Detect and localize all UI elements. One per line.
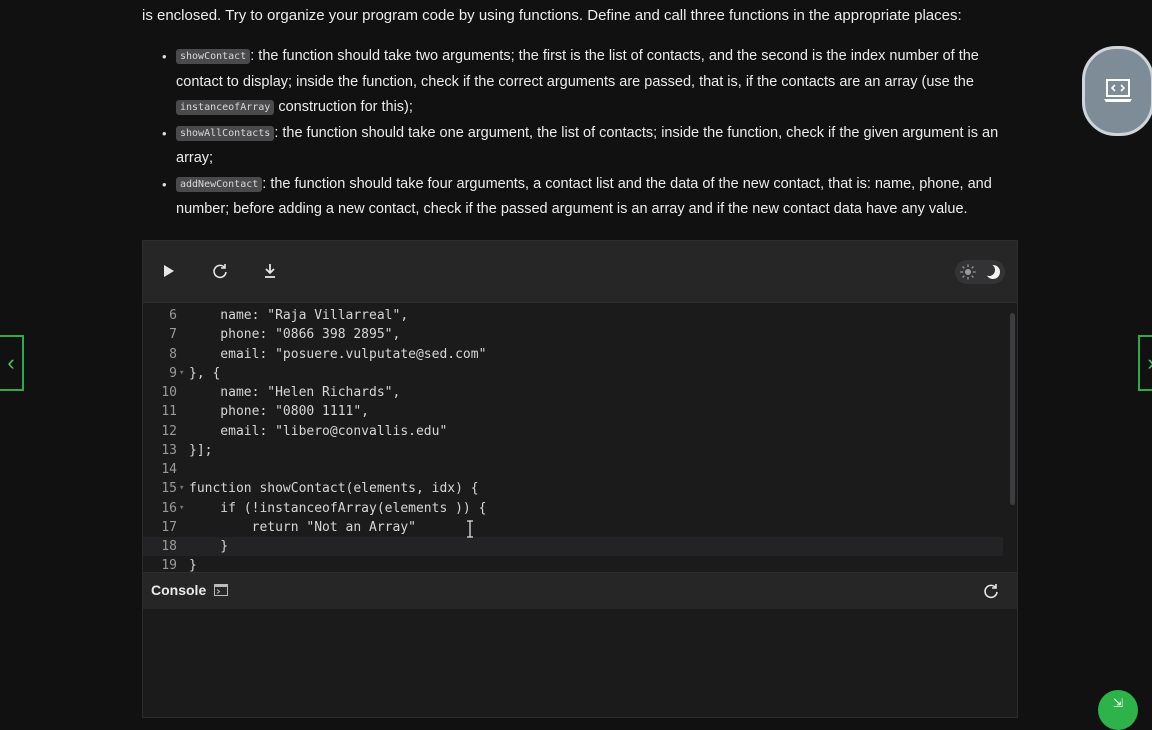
- code-text: name: "Helen Richards",: [189, 385, 401, 400]
- sandbox-launch-button[interactable]: [1082, 46, 1152, 136]
- list-item: addNewContact: the function should take …: [162, 172, 1007, 223]
- code-line[interactable]: 7 phone: "0866 398 2895",: [143, 325, 1003, 344]
- requirements-list: showContact: the function should take tw…: [162, 44, 1007, 223]
- code-text: function showContact(elements, idx) {: [189, 481, 479, 497]
- terminal-icon: [214, 584, 229, 596]
- code-text: }];: [189, 442, 213, 458]
- line-number: 18: [161, 539, 177, 554]
- code-line[interactable]: 16 ▾ if (!instanceofArray(elements )) {: [143, 499, 1003, 518]
- download-icon: [265, 264, 275, 278]
- fold-marker[interactable]: ▾: [179, 479, 184, 498]
- code-line[interactable]: 18 }: [143, 537, 1003, 556]
- line-number: 10: [161, 385, 177, 400]
- list-item-text: : the function should take four argument…: [176, 175, 992, 218]
- code-area[interactable]: 6 name: "Raja Villarreal", 7 phone: "0866…: [143, 303, 1017, 573]
- laptop-code-icon: [1104, 79, 1132, 102]
- run-button[interactable]: [157, 259, 181, 283]
- code-editor-panel: 6 name: "Raja Villarreal", 7 phone: "0866…: [142, 240, 1018, 718]
- code-text: }, {: [189, 365, 221, 381]
- task-intro: is enclosed. Try to organize your progra…: [142, 7, 962, 24]
- code-chip: addNewContact: [176, 176, 263, 192]
- code-text: return "Not an Array": [189, 519, 416, 535]
- list-item-text: : the function should take one argument,…: [176, 124, 999, 167]
- code-line[interactable]: 15 ▾ function showContact(elements, idx) {: [143, 479, 1003, 498]
- code-line[interactable]: 10 name: "Helen Richards",: [143, 383, 1003, 402]
- code-line[interactable]: 9 ▾ }, {: [143, 364, 1003, 383]
- line-number: 15: [161, 481, 177, 497]
- list-item: showAllContacts: the function should tak…: [162, 121, 1007, 172]
- reset-button[interactable]: [208, 259, 232, 283]
- console-header: Console: [143, 572, 1017, 609]
- fold-marker[interactable]: ▾: [179, 499, 184, 518]
- list-item-text: construction for this);: [274, 99, 413, 115]
- code-text: email: "libero@convallis.edu": [189, 423, 448, 439]
- moon-icon: [984, 264, 1000, 279]
- line-number: 7: [169, 327, 177, 343]
- code-line[interactable]: 13}];: [143, 441, 1003, 460]
- fold-marker[interactable]: ▾: [179, 364, 184, 383]
- code-text: if (!instanceofArray(elements )) {: [189, 500, 487, 516]
- line-number: 9: [169, 365, 177, 381]
- code-line[interactable]: 8 email: "posuere.vulputate@sed.com": [143, 345, 1003, 364]
- code-line[interactable]: 17 return "Not an Array": [143, 518, 1003, 537]
- line-number: 11: [161, 404, 177, 420]
- code-chip: instanceofArray: [176, 100, 275, 115]
- code-text: }: [189, 539, 229, 554]
- previous-page-button[interactable]: ‹: [0, 335, 24, 391]
- refresh-icon: [984, 584, 998, 599]
- line-number: 8: [169, 346, 177, 362]
- code-chip: showAllContacts: [176, 125, 275, 141]
- refresh-icon: [213, 264, 227, 279]
- console-label: Console: [151, 582, 229, 598]
- line-number: 17: [161, 519, 177, 535]
- scrollbar-thumb[interactable]: [1010, 313, 1015, 505]
- code-line[interactable]: 14: [143, 460, 1003, 479]
- console-output: [143, 609, 1017, 717]
- theme-toggle[interactable]: [955, 260, 1005, 284]
- next-page-button[interactable]: ›: [1138, 335, 1152, 391]
- console-title: Console: [151, 582, 207, 598]
- editor-toolbar: [143, 241, 1017, 303]
- code-line[interactable]: 6 name: "Raja Villarreal",: [143, 306, 1003, 325]
- compress-icon: ⇲: [1112, 696, 1124, 710]
- list-item: showContact: the function should take tw…: [162, 44, 1007, 121]
- line-number: 16: [161, 500, 177, 516]
- line-number: 6: [169, 308, 177, 323]
- list-item-text: : the function should take two arguments…: [176, 48, 979, 90]
- chevron-right-icon: ›: [1147, 350, 1152, 376]
- text-cursor-icon: [467, 520, 473, 538]
- code-text: email: "posuere.vulputate@sed.com": [189, 346, 487, 362]
- chevron-left-icon: ‹: [7, 350, 15, 375]
- line-number: 12: [161, 423, 177, 439]
- editor-scrollbar[interactable]: [1009, 313, 1015, 571]
- play-icon: [164, 265, 174, 277]
- code-text: phone: "0800 1111",: [189, 404, 370, 420]
- code-line[interactable]: 11 phone: "0800 1111",: [143, 402, 1003, 421]
- download-button[interactable]: [258, 259, 282, 283]
- code-chip: showContact: [176, 49, 251, 64]
- line-number: 13: [161, 442, 177, 458]
- code-text: name: "Raja Villarreal",: [189, 308, 409, 323]
- console-refresh-button[interactable]: [983, 583, 999, 599]
- collapse-button[interactable]: ⇲: [1098, 690, 1138, 730]
- sun-icon: [960, 264, 975, 280]
- code-line[interactable]: 12 email: "libero@convallis.edu": [143, 422, 1003, 441]
- line-number: 14: [161, 462, 177, 477]
- code-text: phone: "0866 398 2895",: [189, 327, 401, 343]
